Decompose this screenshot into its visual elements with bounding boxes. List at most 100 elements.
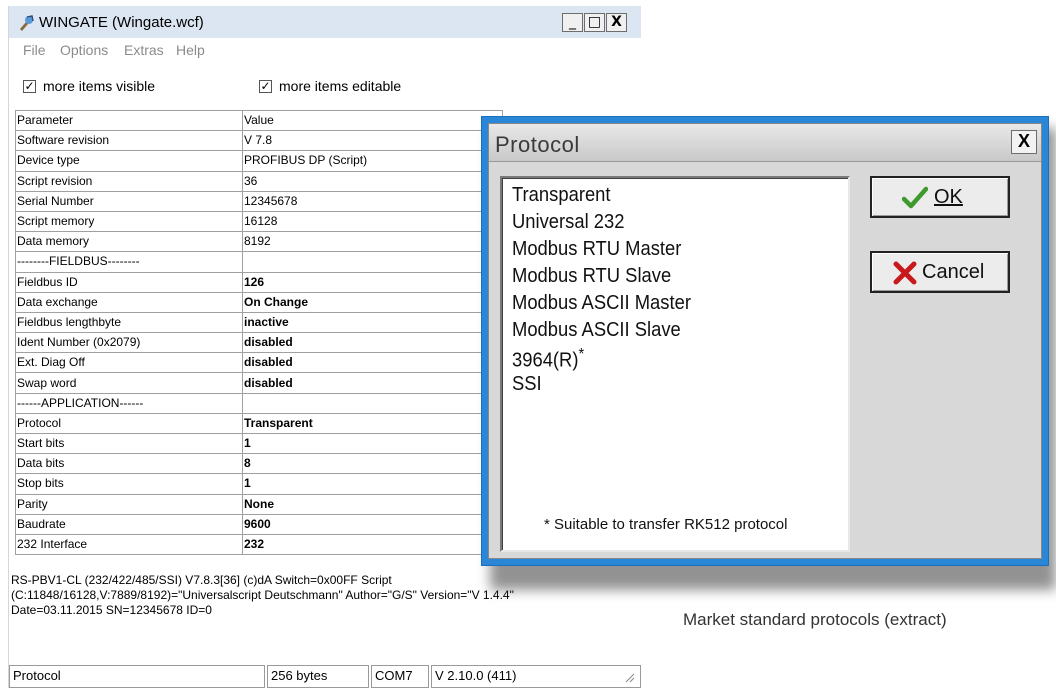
param-name: Protocol	[15, 412, 243, 435]
more-items-editable-checkbox[interactable]: ✓	[259, 80, 272, 93]
ok-button-text: OK	[934, 186, 963, 208]
menu-help[interactable]: Help	[176, 42, 205, 58]
checkmark-icon	[902, 186, 928, 209]
status-field-name: Protocol	[9, 665, 265, 688]
param-name: Start bits	[15, 432, 243, 455]
status-port: COM7	[371, 665, 429, 688]
table-row[interactable]: Swap word disabled	[15, 372, 504, 394]
param-value: PROFIBUS DP (Script)	[242, 150, 503, 172]
table-row[interactable]: Ext. Diag Off disabled	[15, 352, 504, 374]
minimize-button[interactable]: _	[562, 13, 583, 32]
wingate-app-icon	[20, 15, 34, 31]
status-size: 256 bytes	[267, 665, 369, 688]
table-row[interactable]: Fieldbus lengthbyte inactive	[15, 311, 504, 334]
footnote-marker: *	[578, 346, 585, 363]
ok-button[interactable]: OK	[870, 176, 1010, 218]
param-name: Data memory	[15, 231, 243, 253]
table-row[interactable]: Device type PROFIBUS DP (Script)	[15, 150, 503, 172]
param-name: Data exchange	[15, 291, 243, 313]
param-value: 9600	[242, 513, 504, 535]
table-row[interactable]: Script revision 36	[15, 170, 503, 192]
param-value: V 7.8	[242, 130, 503, 152]
dialog-close-button[interactable]: X	[1011, 130, 1037, 154]
cancel-button[interactable]: Cancel	[870, 251, 1010, 293]
cancel-button-label: Cancel	[922, 261, 985, 283]
table-row[interactable]: Data bits 8	[15, 453, 504, 475]
table-header-row: Parameter Value	[15, 109, 503, 132]
table-row[interactable]: Start bits 1	[15, 432, 504, 455]
param-value: None	[242, 493, 504, 515]
ok-button-label: OK	[934, 186, 963, 209]
column-header-parameter: Parameter	[15, 109, 243, 132]
protocol-option[interactable]: Modbus ASCII Slave	[512, 319, 681, 342]
maximize-button[interactable]: □	[584, 13, 605, 32]
device-info-line: RS-PBV1-CL (232/422/485/SSI) V7.8.3[36] …	[11, 573, 392, 587]
window-titlebar[interactable]: WINGATE (Wingate.wcf) _ □ X	[9, 6, 641, 38]
protocol-listbox[interactable]: Transparent Universal 232 Modbus RTU Mas…	[500, 176, 850, 552]
status-bar: Protocol 256 bytes COM7 V 2.10.0 (411)	[9, 665, 641, 688]
table-row[interactable]: Serial Number 12345678	[15, 190, 503, 212]
table-row[interactable]: Data memory 8192	[15, 231, 503, 253]
more-items-visible-label: more items visible	[43, 78, 156, 94]
table-row[interactable]: Software revision V 7.8	[15, 130, 503, 152]
param-value: 1	[242, 432, 504, 455]
protocol-dialog-frame: Protocol X Transparent Universal 232 Mod…	[481, 116, 1049, 566]
table-row[interactable]: Parity None	[15, 493, 504, 515]
protocol-option[interactable]: 3964(R)*	[512, 346, 584, 373]
param-name: Software revision	[15, 130, 243, 152]
table-row[interactable]: 232 Interface 232	[15, 533, 504, 556]
param-name: Script revision	[15, 170, 243, 192]
resize-grip-icon[interactable]	[625, 673, 635, 683]
more-items-visible-checkbox[interactable]: ✓	[23, 80, 36, 93]
param-name: Ident Number (0x2079)	[15, 332, 243, 354]
dialog-title: Protocol	[495, 132, 580, 157]
table-row[interactable]: Data exchange On Change	[15, 291, 504, 313]
protocol-option[interactable]: Universal 232	[512, 211, 625, 234]
protocol-option[interactable]: Modbus RTU Slave	[512, 265, 671, 288]
param-value: 126	[242, 271, 504, 293]
table-row[interactable]: Baudrate 9600	[15, 513, 504, 535]
table-row[interactable]: Fieldbus ID 126	[15, 271, 504, 293]
menu-extras[interactable]: Extras	[124, 42, 164, 58]
table-row[interactable]: Ident Number (0x2079) disabled	[15, 332, 504, 354]
device-info-line: (C:11848/16128,V:7889/8192)="Universalsc…	[11, 588, 514, 602]
section-row-application: ------APPLICATION------	[15, 392, 503, 414]
param-name: Fieldbus ID	[15, 271, 243, 293]
protocol-option[interactable]: Modbus RTU Master	[512, 238, 681, 261]
table-row[interactable]: Protocol Transparent	[15, 412, 504, 435]
menu-file[interactable]: File	[23, 42, 46, 58]
cancel-x-icon	[893, 261, 917, 285]
param-name: 232 Interface	[15, 533, 243, 556]
param-value: On Change	[242, 291, 504, 313]
param-value: 8192	[242, 231, 503, 253]
close-button[interactable]: X	[606, 13, 627, 32]
table-row[interactable]: Stop bits 1	[15, 473, 504, 495]
protocol-option-label: 3964(R)	[512, 349, 579, 372]
window-title: WINGATE (Wingate.wcf)	[39, 14, 204, 31]
section-label: --------FIELDBUS--------	[15, 251, 243, 273]
param-value	[242, 392, 503, 414]
figure-caption: Market standard protocols (extract)	[683, 610, 947, 629]
param-value: 232	[242, 533, 504, 556]
menu-options[interactable]: Options	[60, 42, 108, 58]
param-value: disabled	[242, 352, 504, 374]
protocol-dialog: Protocol X Transparent Universal 232 Mod…	[488, 123, 1042, 559]
param-name: Parity	[15, 493, 243, 515]
device-info-line: Date=03.11.2015 SN=12345678 ID=0	[11, 603, 212, 617]
param-name: Serial Number	[15, 190, 243, 212]
param-name: Fieldbus lengthbyte	[15, 311, 243, 334]
param-value: 8	[242, 453, 504, 475]
param-value: 1	[242, 473, 504, 495]
footnote-text: * Suitable to transfer RK512 protocol	[544, 516, 788, 533]
protocol-option[interactable]: Transparent	[512, 184, 611, 207]
param-name: Ext. Diag Off	[15, 352, 243, 374]
param-value: 36	[242, 170, 503, 192]
param-value: Transparent	[242, 412, 504, 435]
table-row[interactable]: Script memory 16128	[15, 210, 503, 233]
protocol-option[interactable]: SSI	[512, 373, 542, 396]
section-label: ------APPLICATION------	[15, 392, 243, 414]
param-value: inactive	[242, 311, 504, 334]
protocol-option[interactable]: Modbus ASCII Master	[512, 292, 691, 315]
dialog-titlebar[interactable]: Protocol X	[489, 124, 1041, 162]
parameter-table: Parameter Value Software revision V 7.8 D…	[15, 109, 504, 556]
